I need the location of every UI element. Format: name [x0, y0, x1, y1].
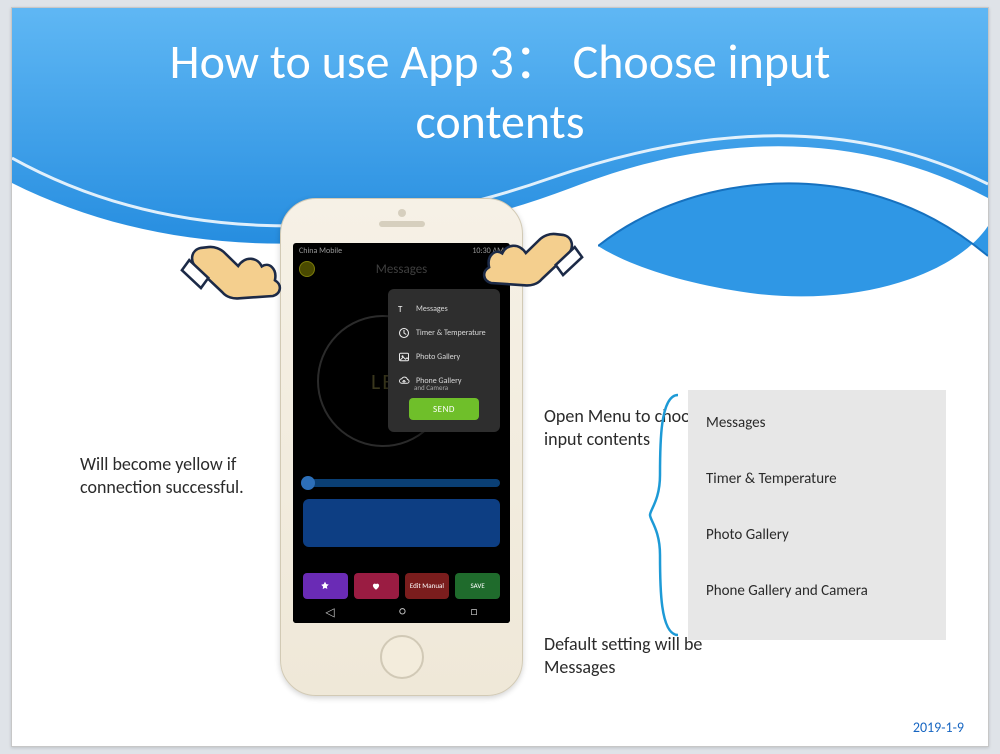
- clock-icon: [398, 327, 410, 339]
- option-camera: Phone Gallery and Camera: [706, 582, 928, 600]
- back-icon[interactable]: ◁: [325, 605, 334, 620]
- slide-date: 2019-1-9: [913, 719, 964, 736]
- svg-text:T: T: [398, 304, 403, 315]
- effect-button[interactable]: [303, 573, 348, 599]
- phone-camera-hole: [398, 209, 406, 217]
- hand-right-illustration: [472, 230, 592, 355]
- send-button-label: SEND: [433, 404, 455, 415]
- carrier-label: China Mobile: [299, 246, 342, 256]
- option-timer: Timer & Temperature: [706, 470, 928, 488]
- text-icon: T: [398, 303, 410, 315]
- option-messages: Messages: [706, 414, 928, 432]
- slide-title: How to use App 3： Choose input contents: [12, 32, 988, 152]
- menu-item-label: Photo Gallery: [416, 352, 460, 362]
- home-icon[interactable]: ○: [399, 605, 406, 619]
- slider-knob[interactable]: [301, 476, 315, 490]
- image-icon: [398, 351, 410, 363]
- title-line-2: contents: [12, 92, 988, 152]
- options-panel: Messages Timer & Temperature Photo Galle…: [688, 390, 946, 640]
- phone-speaker: [379, 221, 425, 227]
- send-button[interactable]: SEND: [409, 398, 479, 420]
- edit-manual-button[interactable]: Edit Manual: [405, 573, 450, 599]
- app-header-title: Messages: [376, 262, 428, 277]
- option-gallery: Photo Gallery: [706, 526, 928, 544]
- caption-connection: Will become yellow if connection success…: [80, 453, 280, 498]
- menu-item-label: Messages: [416, 304, 448, 314]
- bottom-button-row: Edit Manual SAVE: [303, 573, 500, 599]
- ribbon-decoration: [598, 176, 988, 311]
- brace-icon: [648, 390, 688, 640]
- android-navbar: ◁ ○ □: [293, 601, 510, 623]
- title-line-1: How to use App 3： Choose input: [12, 32, 988, 92]
- cloud-upload-icon: [398, 375, 410, 387]
- save-button[interactable]: SAVE: [455, 573, 500, 599]
- slide: How to use App 3： Choose input contents …: [11, 7, 989, 747]
- favorite-button[interactable]: [354, 573, 399, 599]
- message-textbox[interactable]: [303, 499, 500, 547]
- connection-indicator-icon: [299, 261, 315, 277]
- phone-home-button[interactable]: [380, 635, 424, 679]
- recent-icon[interactable]: □: [470, 605, 477, 619]
- speed-slider[interactable]: [303, 479, 500, 487]
- hand-left-illustration: [172, 243, 292, 368]
